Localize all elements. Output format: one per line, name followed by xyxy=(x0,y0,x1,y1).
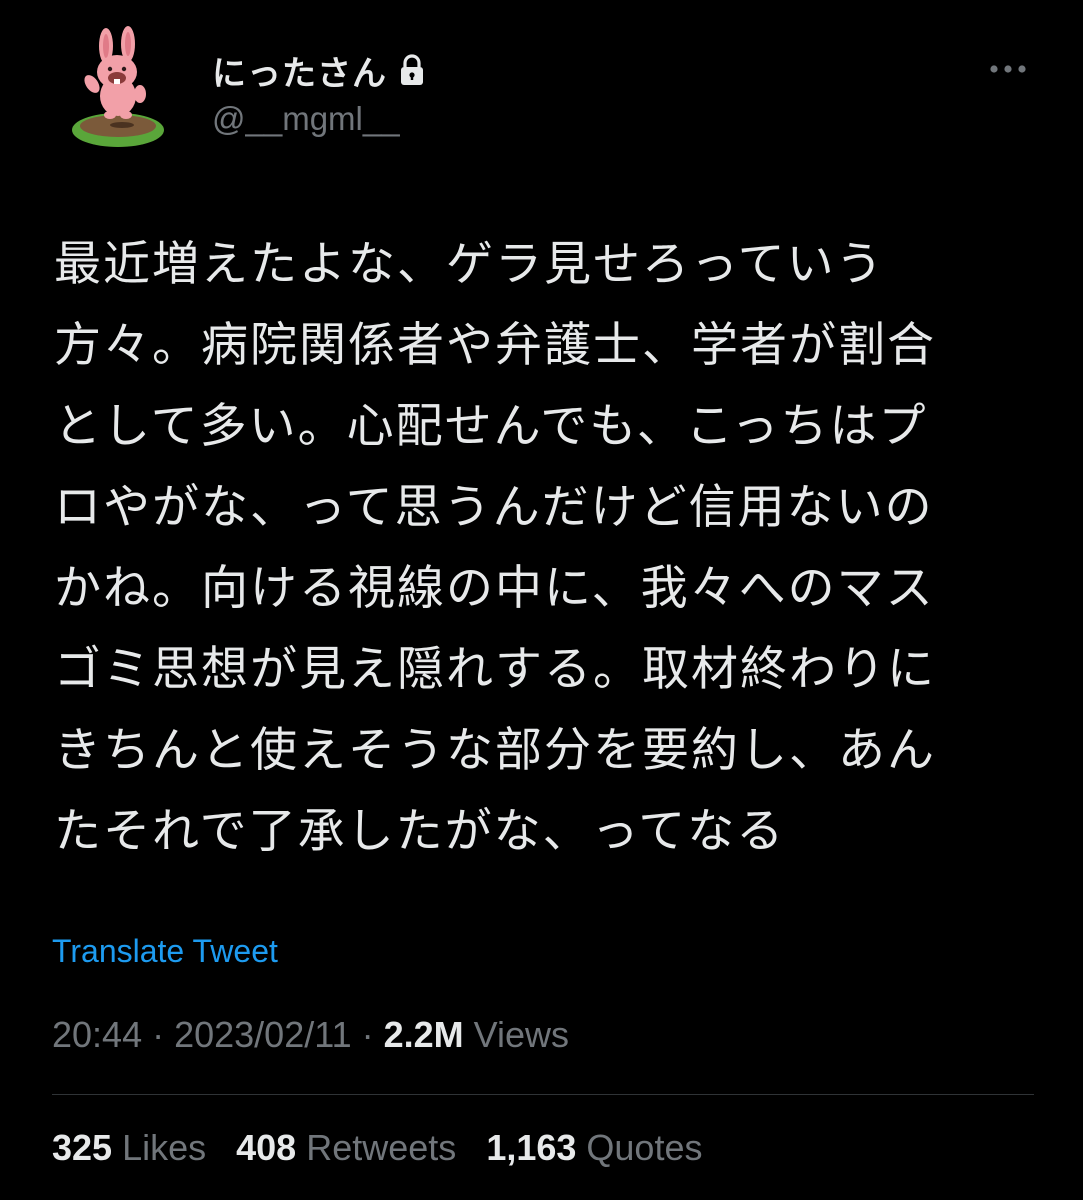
tweet-line: 方々。病院関係者や弁護士、学者が割合 xyxy=(54,318,936,373)
likes-label: Likes xyxy=(112,1127,207,1168)
avatar[interactable] xyxy=(62,22,174,152)
views-count: 2.2M xyxy=(383,1014,464,1055)
translate-tweet-link[interactable]: Translate Tweet xyxy=(52,933,278,970)
tweet-line: 最近増えたよな、ゲラ見せろっていう xyxy=(54,237,885,292)
tweet-line: きちんと使えそうな部分を要約し、あん xyxy=(54,723,936,778)
lock-icon xyxy=(399,53,425,87)
tweet-line: かね。向ける視線の中に、我々へのマス xyxy=(54,561,935,616)
tweet-text: 最近増えたよな、ゲラ見せろっていう 方々。病院関係者や弁護士、学者が割合 として… xyxy=(54,224,1044,872)
retweets-stat[interactable]: 408 Retweets xyxy=(236,1127,456,1169)
tweet-line: ロやがな、って思うんだけど信用ないの xyxy=(54,480,934,535)
likes-stat[interactable]: 325 Likes xyxy=(52,1127,206,1169)
tweet-line: として多い。心配せんでも、こっちはプ xyxy=(54,399,928,454)
user-handle[interactable]: @__mgml__ xyxy=(212,100,400,138)
tweet-line: たそれで了承したがな、ってなる xyxy=(54,804,786,859)
engagement-stats: 325 Likes 408 Retweets 1,163 Quotes xyxy=(52,1127,722,1169)
rabbit-avatar-icon xyxy=(72,26,164,147)
meta-separator: · xyxy=(142,1014,175,1055)
tweet-date[interactable]: 2023/02/11 xyxy=(174,1014,352,1055)
retweets-count: 408 xyxy=(236,1127,297,1168)
tweet-line: ゴミ思想が見え隠れする。取材終わりに xyxy=(54,642,936,697)
quotes-stat[interactable]: 1,163 Quotes xyxy=(486,1127,702,1169)
display-name[interactable]: にったさん xyxy=(212,46,387,95)
retweets-label: Retweets xyxy=(296,1127,457,1168)
likes-count: 325 xyxy=(52,1127,113,1168)
quotes-count: 1,163 xyxy=(486,1127,577,1168)
display-name-row[interactable]: にったさん xyxy=(212,46,425,94)
quotes-label: Quotes xyxy=(576,1127,703,1168)
tweet-meta: 20:44 · 2023/02/11 · 2.2M Views xyxy=(52,1014,569,1056)
more-dots-icon[interactable] xyxy=(986,56,1030,82)
meta-separator: · xyxy=(351,1014,384,1055)
divider xyxy=(52,1094,1034,1095)
views-label: Views xyxy=(463,1014,570,1055)
tweet-time[interactable]: 20:44 xyxy=(52,1014,142,1055)
